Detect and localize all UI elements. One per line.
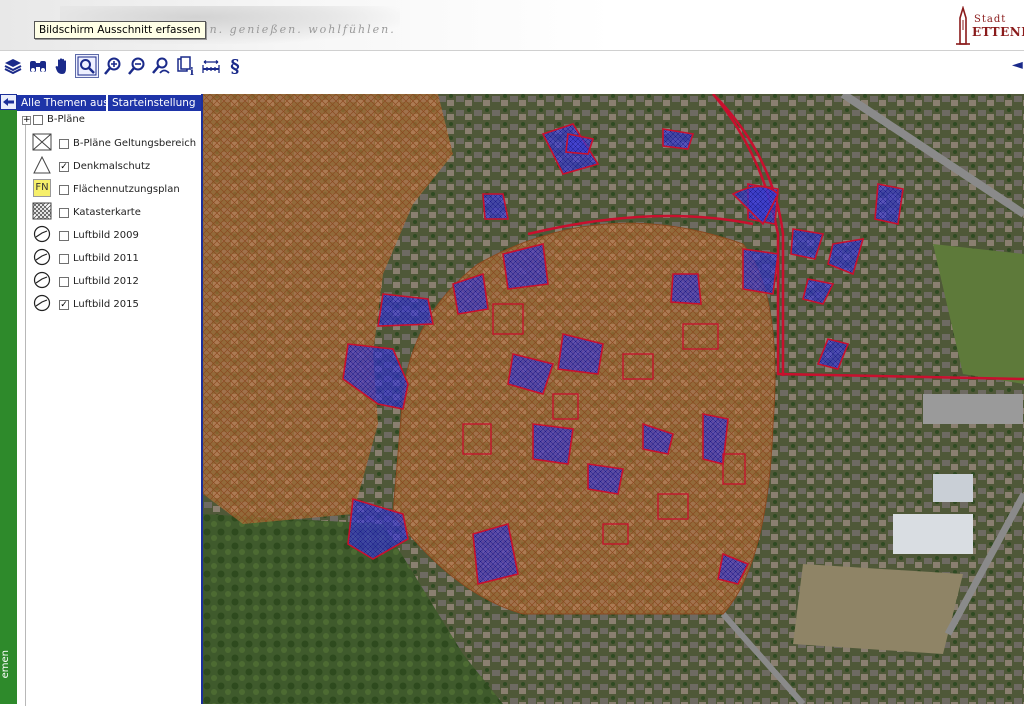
zoom-out-icon[interactable] — [126, 55, 148, 77]
pan-hand-icon[interactable] — [52, 55, 74, 77]
collapse-arrow-icon[interactable]: ◄ — [1012, 57, 1023, 73]
fn-badge: FN — [33, 179, 51, 197]
map-canvas[interactable] — [203, 94, 1024, 704]
tower-logo-icon — [956, 6, 970, 45]
layer-checkbox-bplaene[interactable] — [33, 115, 43, 125]
map-toolbar: i § ◄ — [0, 51, 1024, 95]
header-banner: leben. genießen. wohlfühlen. Bildschirm … — [0, 0, 1024, 51]
tooltip: Bildschirm Ausschnitt erfassen — [34, 21, 206, 39]
back-arrow-icon — [3, 98, 14, 106]
layer-label: Katasterkarte — [73, 207, 141, 218]
layer-label: B-Pläne Geltungsbereich — [73, 138, 197, 149]
panel-button-bar: Alle Themen aus Starteinstellung — [17, 95, 201, 111]
zoom-box-icon[interactable] — [75, 54, 99, 78]
layer-checkbox[interactable] — [59, 185, 69, 195]
paragraph-label: § — [230, 55, 240, 77]
layer-label: Flächennutzungsplan — [73, 184, 180, 195]
legend-photo-icon — [31, 247, 53, 267]
layer-label: Luftbild 2012 — [73, 276, 139, 287]
legend-fn-icon: FN — [31, 178, 53, 198]
info-icon[interactable]: i — [175, 55, 197, 77]
layer-label-bplaene: B-Pläne — [47, 114, 85, 125]
layer-label: Denkmalschutz — [73, 161, 151, 172]
layers-icon[interactable] — [2, 55, 24, 77]
logo-stadt-text: Stadt — [974, 14, 1007, 25]
logo-city-name: ETTENHEIM — [972, 25, 1024, 39]
layer-checkbox[interactable] — [59, 208, 69, 218]
layer-checkbox[interactable]: ✓ — [59, 162, 69, 172]
layer-checkbox[interactable] — [59, 139, 69, 149]
layer-label: Luftbild 2015 — [73, 299, 139, 310]
zoom-in-icon[interactable] — [102, 55, 124, 77]
legend-photo-icon — [31, 270, 53, 290]
measure-icon[interactable] — [200, 55, 222, 77]
strip-label: emen — [0, 650, 11, 679]
layer-label: Luftbild 2009 — [73, 230, 139, 241]
binoculars-icon[interactable] — [27, 55, 49, 77]
back-arrow-button[interactable] — [0, 94, 17, 110]
parking-lot — [923, 394, 1023, 424]
city-logo: Stadt ETTENHEIM — [952, 6, 1024, 46]
reset-button[interactable]: Starteinstellung — [108, 95, 201, 111]
building-white — [893, 514, 973, 554]
legend-photo-icon — [31, 224, 53, 244]
paragraph-icon[interactable]: § — [224, 55, 246, 77]
layer-label: Luftbild 2011 — [73, 253, 139, 264]
legend-hatch-icon — [31, 201, 53, 221]
layer-checkbox[interactable] — [59, 254, 69, 264]
layer-panel: Alle Themen aus Starteinstellung + B-Plä… — [17, 94, 203, 706]
all-themes-off-button[interactable]: Alle Themen aus — [17, 95, 109, 111]
legend-cross-box-icon — [31, 132, 53, 152]
legend-photo-icon — [31, 293, 53, 313]
legend-monument-icon — [31, 155, 53, 175]
svg-text:i: i — [190, 67, 194, 76]
layer-checkbox[interactable] — [59, 277, 69, 287]
expand-toggle[interactable]: + — [22, 116, 31, 125]
building-white — [933, 474, 973, 502]
themes-side-strip[interactable] — [0, 94, 17, 704]
tree-guide-line — [25, 116, 26, 706]
aerial-map[interactable] — [203, 94, 1024, 704]
layer-checkbox[interactable] — [59, 231, 69, 241]
field-area — [793, 564, 963, 654]
user-zoom-icon[interactable] — [150, 55, 172, 77]
layer-checkbox[interactable]: ✓ — [59, 300, 69, 310]
banner-slogan: leben. genießen. wohlfühlen. — [178, 23, 396, 36]
